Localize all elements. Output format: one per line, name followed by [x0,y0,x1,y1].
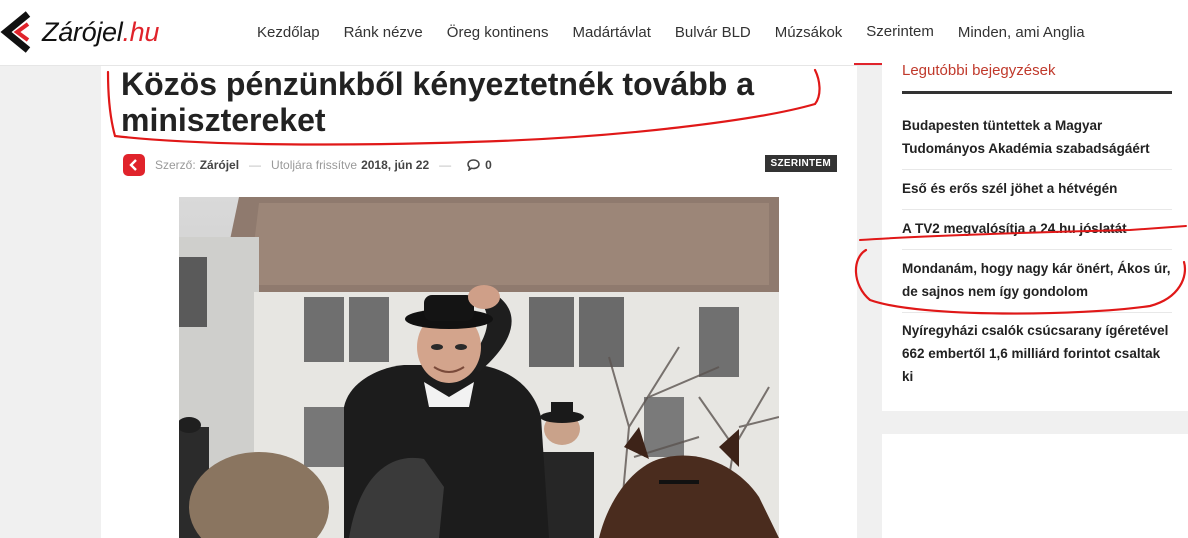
recent-post-link[interactable]: A TV2 megvalósítja a 24.hu jóslatát [902,217,1172,250]
article: Közös pénzünkből kényeztetnék tovább a m… [101,66,857,538]
photo-illustration [179,197,779,538]
author-prefix: Szerző: [155,158,196,172]
recent-post-link[interactable]: Nyíregyházi csalók csúcsarany ígéretével… [902,319,1172,397]
logo-chevron-icon [0,11,31,53]
nav-item-bulvar-bld[interactable]: Bulvár BLD [663,0,763,66]
comment-icon[interactable] [467,159,480,171]
category-badge[interactable]: SZERINTEM [764,155,837,172]
chevron-left-icon [129,159,137,171]
article-meta: Szerző: Zárójel — Utoljára frissítve 201… [123,154,837,176]
recent-posts-widget: Legutóbbi bejegyzések Budapesten tüntett… [882,54,1188,411]
updated-prefix: Utoljára frissítve [271,158,358,172]
sidebar-widget-empty [882,434,1188,538]
nav-item-madartavlat[interactable]: Madártávlat [561,0,663,66]
recent-post-link[interactable]: Budapesten tüntettek a Magyar Tudományos… [902,114,1172,170]
meta-separator: — [249,158,262,172]
site-logo[interactable]: Zárójel.hu [0,10,159,54]
article-title: Közös pénzünkből kényeztetnék tovább a m… [121,66,754,138]
recent-post-link[interactable]: Eső és erős szél jöhet a hétvégén [902,177,1172,210]
article-date: 2018, jún 22 [361,158,430,172]
recent-post-link[interactable]: Mondanám, hogy nagy kár önért, Ákos úr, … [902,257,1172,313]
nav-item-rank-nezve[interactable]: Ránk nézve [332,0,435,66]
nav-item-muzsakok[interactable]: Múzsákok [763,0,855,66]
logo-text: Zárójel.hu [42,16,160,47]
article-photo [179,197,779,538]
author-name[interactable]: Zárójel [200,158,239,172]
recent-posts-heading: Legutóbbi bejegyzések [902,62,1172,94]
nav-item-oreg-kontinens[interactable]: Öreg kontinens [435,0,561,66]
meta-separator: — [439,158,452,172]
author-avatar[interactable] [123,154,145,176]
comment-count[interactable]: 0 [485,158,492,172]
nav-item-kezdolap[interactable]: Kezdőlap [245,0,332,66]
